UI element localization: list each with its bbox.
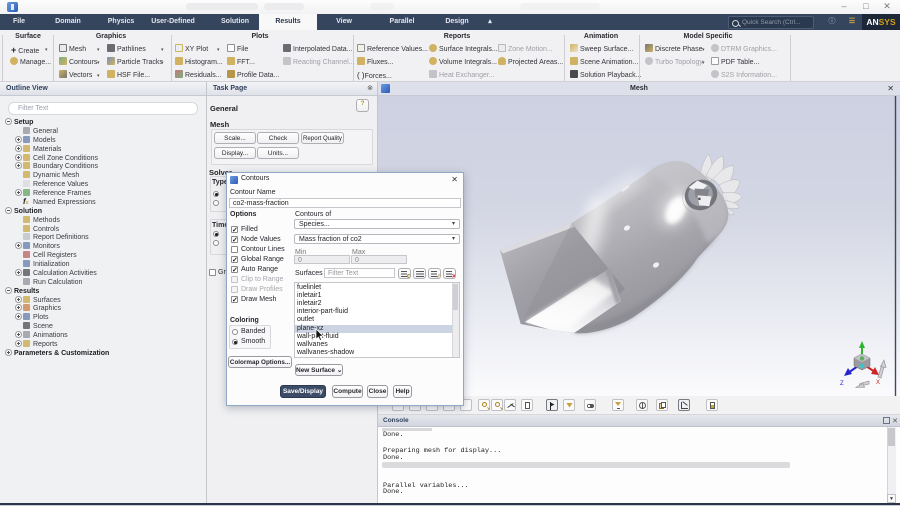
svg-text:X: X bbox=[876, 380, 880, 386]
svg-text:Z: Z bbox=[840, 381, 844, 387]
